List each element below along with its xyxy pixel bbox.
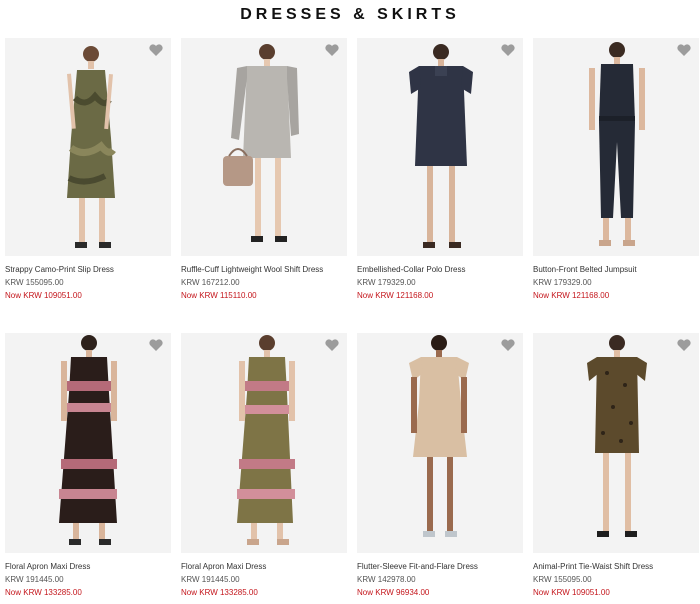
product-image[interactable]	[5, 333, 171, 553]
product-card[interactable]: Animal-Print Tie-Waist Shift Dress KRW 1…	[533, 333, 699, 599]
product-sale-price: Now KRW 96934.00	[357, 588, 430, 597]
product-image[interactable]	[181, 333, 347, 553]
model-photo	[357, 38, 523, 256]
product-image[interactable]	[5, 38, 171, 256]
model-photo	[181, 38, 347, 256]
product-sale-price: Now KRW 109051.00	[5, 291, 82, 300]
product-price: KRW 191445.00	[5, 575, 64, 584]
product-image[interactable]	[181, 38, 347, 256]
product-price: KRW 167212.00	[181, 278, 240, 287]
product-sale-price: Now KRW 133285.00	[181, 588, 258, 597]
model-photo	[533, 333, 699, 553]
heart-icon[interactable]	[501, 44, 515, 56]
product-price: KRW 179329.00	[533, 278, 592, 287]
heart-icon[interactable]	[501, 339, 515, 351]
product-sale-price: Now KRW 109051.00	[533, 588, 610, 597]
product-price: KRW 179329.00	[357, 278, 416, 287]
product-name[interactable]: Button-Front Belted Jumpsuit	[533, 265, 699, 276]
product-sale-price: Now KRW 121168.00	[357, 291, 434, 300]
product-price: KRW 142978.00	[357, 575, 416, 584]
product-card[interactable]: Floral Apron Maxi Dress KRW 191445.00 No…	[181, 333, 347, 599]
product-image[interactable]	[533, 38, 699, 256]
product-sale-price: Now KRW 121168.00	[533, 291, 610, 300]
product-image[interactable]	[357, 38, 523, 256]
product-name[interactable]: Strappy Camo-Print Slip Dress	[5, 265, 171, 276]
product-card[interactable]: Floral Apron Maxi Dress KRW 191445.00 No…	[5, 333, 171, 599]
product-price: KRW 155095.00	[5, 278, 64, 287]
product-name[interactable]: Embellished-Collar Polo Dress	[357, 265, 523, 276]
product-image[interactable]	[533, 333, 699, 553]
product-name[interactable]: Ruffle-Cuff Lightweight Wool Shift Dress	[181, 265, 347, 276]
product-grid: Strappy Camo-Print Slip Dress KRW 155095…	[0, 0, 700, 604]
product-name[interactable]: Floral Apron Maxi Dress	[181, 562, 347, 573]
heart-icon[interactable]	[677, 339, 691, 351]
product-price: KRW 191445.00	[181, 575, 240, 584]
product-sale-price: Now KRW 115110.00	[181, 291, 257, 300]
product-card[interactable]: Flutter-Sleeve Fit-and-Flare Dress KRW 1…	[357, 333, 523, 599]
product-name[interactable]: Flutter-Sleeve Fit-and-Flare Dress	[357, 562, 523, 573]
model-photo	[357, 333, 523, 553]
heart-icon[interactable]	[325, 339, 339, 351]
heart-icon[interactable]	[325, 44, 339, 56]
product-card[interactable]: Strappy Camo-Print Slip Dress KRW 155095…	[5, 38, 171, 302]
model-photo	[181, 333, 347, 553]
product-card[interactable]: Embellished-Collar Polo Dress KRW 179329…	[357, 38, 523, 302]
product-name[interactable]: Floral Apron Maxi Dress	[5, 562, 171, 573]
model-photo	[5, 38, 171, 256]
model-photo	[533, 38, 699, 256]
product-price: KRW 155095.00	[533, 575, 592, 584]
model-photo	[5, 333, 171, 553]
heart-icon[interactable]	[149, 44, 163, 56]
product-name[interactable]: Animal-Print Tie-Waist Shift Dress	[533, 562, 699, 573]
product-card[interactable]: Button-Front Belted Jumpsuit KRW 179329.…	[533, 38, 699, 302]
product-image[interactable]	[357, 333, 523, 553]
heart-icon[interactable]	[677, 44, 691, 56]
product-card[interactable]: Ruffle-Cuff Lightweight Wool Shift Dress…	[181, 38, 347, 302]
heart-icon[interactable]	[149, 339, 163, 351]
product-sale-price: Now KRW 133285.00	[5, 588, 82, 597]
